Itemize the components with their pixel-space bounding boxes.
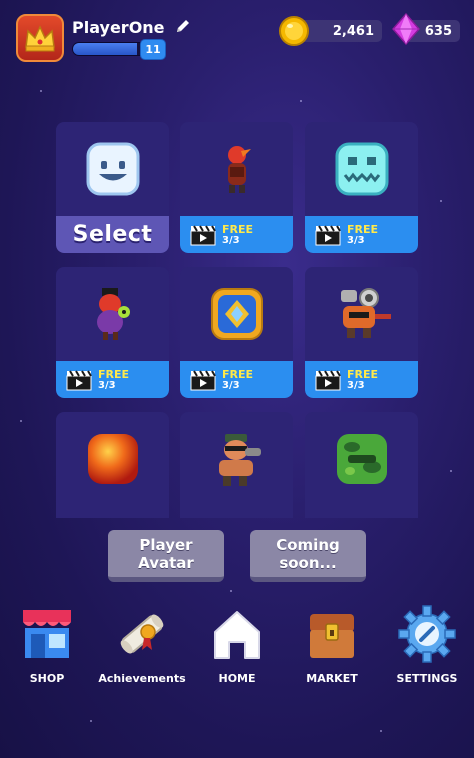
clapperboard-icon (66, 369, 92, 390)
home-icon (214, 611, 260, 659)
free-count: 3/3 (222, 379, 240, 391)
avatar-cell[interactable]: Select (56, 122, 169, 253)
nav-market-label: MARKET (306, 672, 358, 685)
avatar-cell[interactable] (305, 412, 418, 518)
free-label: FREE (347, 222, 379, 236)
green-camo-cube-avatar (305, 412, 418, 506)
gear-icon (398, 605, 456, 663)
avatar-cell[interactable]: FREE 3/3 (305, 122, 418, 253)
coin-counter: 2,461 (300, 20, 382, 42)
nav-home[interactable]: HOME (192, 604, 282, 685)
avatar-cell[interactable]: FREE 3/3 (56, 267, 169, 398)
shop-icon (23, 610, 71, 658)
soldier-gunner-avatar (180, 412, 293, 506)
free-unlock-button[interactable]: FREE 3/3 (180, 361, 293, 398)
scroll-icon (120, 614, 164, 654)
free-label: FREE (222, 222, 254, 236)
level-progress-bar (72, 42, 144, 56)
free-count: 3/3 (222, 234, 240, 246)
clapperboard-icon (315, 369, 341, 390)
blue-gold-emblem-avatar (180, 267, 293, 361)
free-unlock-button[interactable]: FREE 3/3 (180, 216, 293, 253)
coming-soon-label: Coming soon... (276, 535, 340, 572)
top-bar: PlayerOne 11 2,461 635 (0, 0, 474, 70)
edit-pencil-icon[interactable] (174, 17, 192, 35)
fire-ball-avatar (56, 412, 169, 506)
free-label: FREE (347, 367, 379, 381)
player-avatar-button[interactable]: Player Avatar (108, 530, 224, 582)
smiley-cube-avatar (56, 122, 169, 216)
free-unlock-button[interactable]: FREE 3/3 (56, 361, 169, 398)
coin-icon (279, 16, 309, 46)
avatar-cell[interactable]: FREE 3/3 (305, 267, 418, 398)
chest-icon (310, 614, 354, 658)
clapperboard-icon (315, 224, 341, 245)
select-button[interactable]: Select (56, 216, 169, 253)
avatar-cell[interactable] (180, 412, 293, 518)
nav-shop-label: SHOP (29, 672, 65, 685)
clapperboard-icon (190, 369, 216, 390)
free-unlock-button[interactable]: FREE 3/3 (305, 216, 418, 253)
red-bird-avatar (180, 122, 293, 216)
nav-achievements[interactable]: Achievements (97, 604, 187, 685)
avatar-cell[interactable]: FREE 3/3 (180, 122, 293, 253)
nav-achievements-label: Achievements (98, 672, 186, 685)
avatar-cell[interactable]: FREE 3/3 (180, 267, 293, 398)
free-label: FREE (98, 367, 130, 381)
robot-mech-avatar (305, 267, 418, 361)
nav-settings-label: SETTINGS (396, 672, 458, 685)
nav-settings[interactable]: SETTINGS (382, 604, 472, 685)
gem-icon (392, 12, 420, 46)
nav-shop[interactable]: SHOP (2, 604, 92, 685)
free-count: 3/3 (98, 379, 116, 391)
free-count: 3/3 (347, 234, 365, 246)
nav-market[interactable]: MARKET (287, 604, 377, 685)
level-badge: 11 (140, 39, 166, 60)
free-unlock-button[interactable]: FREE 3/3 (305, 361, 418, 398)
level-progress-fill (73, 43, 138, 55)
nav-home-label: HOME (218, 672, 256, 685)
avatar-cell[interactable] (56, 412, 169, 518)
free-label: FREE (222, 367, 254, 381)
clapperboard-icon (190, 224, 216, 245)
coming-soon-button[interactable]: Coming soon... (250, 530, 366, 582)
free-count: 3/3 (347, 379, 365, 391)
purple-hat-creature-avatar (56, 267, 169, 361)
crown-profile-icon[interactable] (16, 14, 64, 62)
cyan-ghost-cube-avatar (305, 122, 418, 216)
player-name: PlayerOne (72, 18, 165, 37)
avatar-grid: Select FREE 3/3 FREE 3/3 FREE 3/3 FREE 3… (56, 122, 418, 518)
player-avatar-label: Player Avatar (138, 535, 194, 572)
